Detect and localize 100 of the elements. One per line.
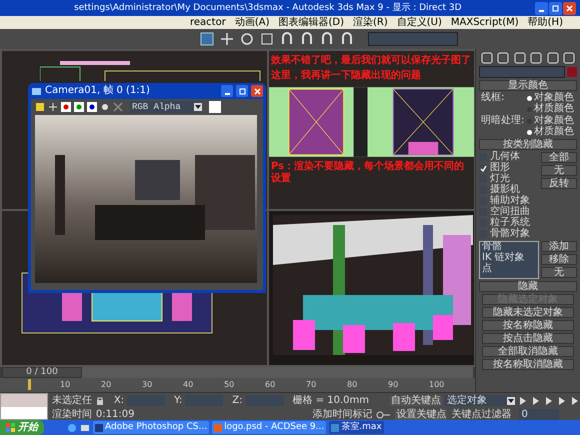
windows-logo-icon <box>6 423 15 432</box>
close-icon <box>254 88 260 94</box>
taskbar-button[interactable]: logo.psd - ACDSee 9... <box>212 421 326 434</box>
maximize-button[interactable] <box>549 2 562 14</box>
time-slider-thumb[interactable]: 0 / 100 <box>2 367 82 378</box>
mono-icon[interactable] <box>100 102 110 112</box>
script-listener-field[interactable] <box>1 394 47 406</box>
list-item[interactable]: 点 <box>482 264 536 274</box>
save-icon[interactable] <box>35 102 45 112</box>
time-tag-link[interactable]: 添加时间标记 <box>312 410 372 420</box>
task-label: 茶室.max <box>341 423 382 432</box>
panel-button[interactable]: 无 <box>541 267 577 278</box>
key-icon[interactable] <box>376 410 392 420</box>
option-label: 材质颜色 <box>534 127 574 137</box>
rollout-header[interactable]: 隐藏 <box>479 281 577 292</box>
auto-key-button[interactable]: 自动关键点 <box>390 396 442 406</box>
close-icon <box>566 4 573 12</box>
snap-icon[interactable] <box>300 32 314 46</box>
menu-item[interactable]: MAXScript(M) <box>450 18 519 28</box>
snap-icon[interactable] <box>340 32 354 46</box>
panel-button[interactable]: 添加 <box>541 241 577 252</box>
checkbox-label: 几何体 <box>490 152 520 162</box>
dropdown-value: 选定对象 <box>447 396 487 406</box>
field-label: 线框: <box>480 93 506 105</box>
clone-icon[interactable] <box>48 102 58 112</box>
close-button[interactable] <box>251 85 263 97</box>
radio-button[interactable] <box>527 130 532 134</box>
option-label: 材质颜色 <box>534 104 574 114</box>
tick-label: 20 <box>101 381 112 389</box>
window-title: Camera01, 帧 0 (1:1) <box>45 86 151 96</box>
task-label: logo.psd - ACDSee 9... <box>224 423 324 432</box>
checkbox-label: 空间扭曲 <box>490 207 530 217</box>
time-slider[interactable]: 0 / 100 <box>2 367 473 378</box>
menu-item[interactable]: 动画(A) <box>234 18 270 28</box>
rollout-title: 隐藏 <box>518 282 538 292</box>
move-icon[interactable] <box>220 32 234 46</box>
close-button[interactable] <box>563 2 576 14</box>
taskbar-button[interactable]: Adobe Photoshop CS... <box>93 421 210 434</box>
snap-icon[interactable] <box>320 32 334 46</box>
minimize-button[interactable] <box>221 85 233 97</box>
menu-item[interactable]: reactor <box>190 18 226 28</box>
snap-icon[interactable] <box>280 32 294 46</box>
channel-dropdown[interactable]: RGB Alpha <box>130 101 202 113</box>
render-time: 0:11:09 <box>96 410 134 420</box>
channel-toggle-icon[interactable] <box>61 102 71 112</box>
rollout-header[interactable]: 按类别隐藏 <box>479 139 577 150</box>
channel-toggle-icon[interactable] <box>87 102 97 112</box>
play-icon[interactable] <box>544 396 554 406</box>
lock-icon[interactable] <box>94 396 105 406</box>
grid-size: 栅格 = 10.0mm <box>292 396 369 406</box>
checkbox-label: 辅助对象 <box>490 196 530 206</box>
named-selection-field[interactable] <box>368 32 458 46</box>
key-filters-button[interactable]: 关键点过滤器 <box>451 410 512 420</box>
scale-icon[interactable] <box>260 32 274 46</box>
name-field[interactable] <box>479 66 565 78</box>
panel-button[interactable]: 按名称隐藏 <box>482 320 574 331</box>
selection-status: 未选定任 <box>52 396 92 406</box>
frame-field[interactable]: 0 <box>519 409 560 420</box>
axis-label: Y: <box>174 396 182 406</box>
panel-button[interactable]: 按点击隐藏 <box>482 333 574 344</box>
list-item[interactable]: 骨骼 <box>482 242 536 252</box>
radio-button[interactable] <box>527 96 532 100</box>
set-key-button[interactable]: 设置关键点 <box>395 410 448 420</box>
menu-item[interactable]: 图表编辑器(D) <box>278 18 344 28</box>
menu-item[interactable]: 自定义(U) <box>396 18 442 28</box>
category-list[interactable]: 骨骼 IK 链对象 点 <box>479 241 539 279</box>
rollout-header[interactable]: 显示颜色 <box>479 80 577 91</box>
maximize-button[interactable] <box>236 85 248 97</box>
menu-item[interactable]: 渲染(R) <box>353 18 388 28</box>
frame-counter: 0 / 100 <box>26 368 58 377</box>
panel-button[interactable]: 隐藏未选定对象 <box>482 307 574 318</box>
panel-button[interactable]: 按名称取消隐藏 <box>482 359 574 370</box>
panel-button[interactable]: 移除 <box>541 254 577 265</box>
menu-item[interactable]: 帮助(H) <box>528 18 563 28</box>
tick-label: 100 <box>429 381 446 389</box>
time-marker[interactable] <box>28 379 31 390</box>
script-listener-field[interactable] <box>1 406 47 419</box>
select-region-icon[interactable] <box>200 32 214 46</box>
taskbar-button[interactable]: 茶室.max <box>329 421 384 434</box>
tick-label: 90 <box>388 381 400 389</box>
panel-button[interactable]: 反转 <box>541 178 577 189</box>
color-swatch[interactable] <box>567 67 577 77</box>
rollout-title: 显示颜色 <box>508 80 548 90</box>
rotate-icon[interactable] <box>240 32 254 46</box>
panel-button[interactable]: 全部 <box>541 152 577 163</box>
dropdown-arrow-icon[interactable] <box>507 396 515 404</box>
tick-label: 30 <box>142 381 154 389</box>
checkbox[interactable] <box>479 164 487 172</box>
panel-button[interactable]: 全部取消隐藏 <box>482 346 574 357</box>
checkbox-label: 图形 <box>490 163 510 173</box>
viewport[interactable]: 效果不错了吧，最后我们就可以保存光子图了 这里，我再讲一下隐藏出现的问题 Ps：渲染不要隐藏，每个场景都会用不同的设置 <box>269 51 474 209</box>
checkbox-label: 摄影机 <box>490 185 520 195</box>
dropdown-arrow-icon[interactable] <box>194 103 202 111</box>
start-button[interactable]: 开始 <box>0 420 44 435</box>
list-item[interactable]: IK 链对象 <box>482 253 536 263</box>
channel-toggle-icon[interactable] <box>74 102 84 112</box>
panel-button[interactable]: 无 <box>541 165 577 176</box>
desktop-icon[interactable] <box>80 422 90 432</box>
minimize-button[interactable] <box>535 2 548 14</box>
key-mode-dropdown[interactable]: 选定对象 <box>445 395 515 406</box>
